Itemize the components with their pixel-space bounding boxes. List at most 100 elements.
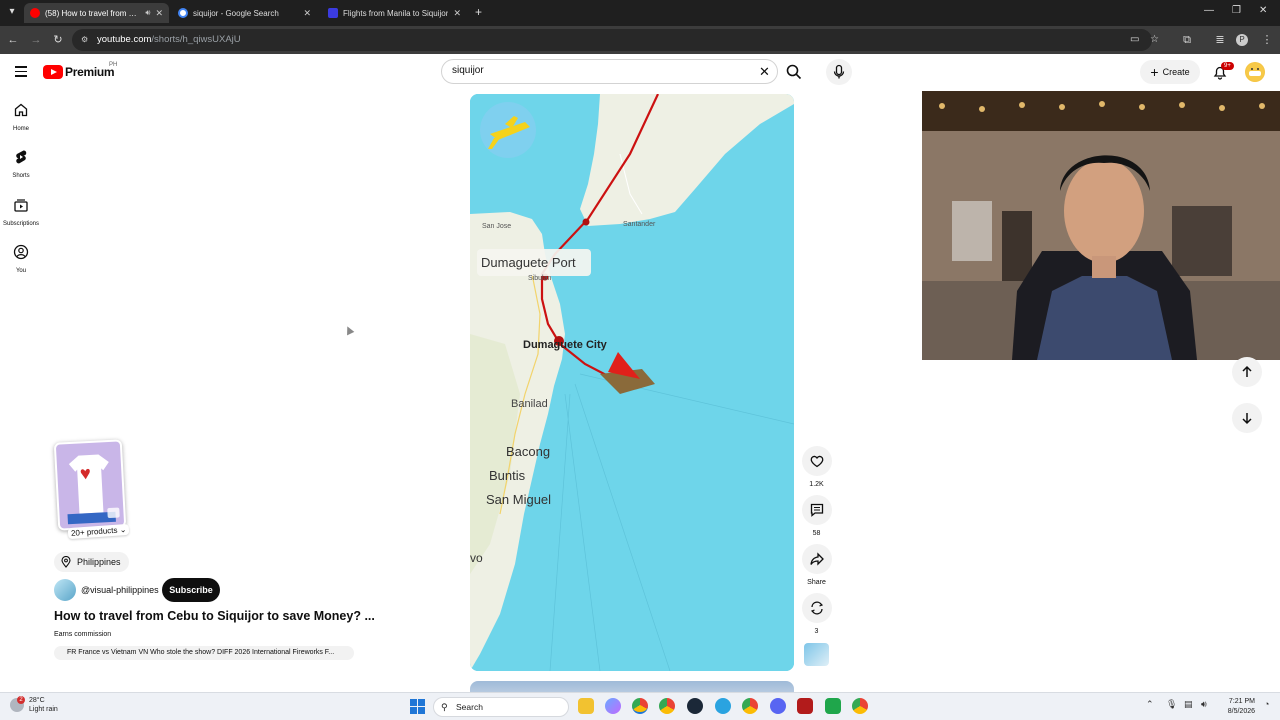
map-label-san-miguel: San Miguel <box>486 492 552 507</box>
chrome-icon[interactable] <box>632 698 648 714</box>
profile-icon[interactable]: P <box>1236 34 1248 46</box>
music-ticker[interactable]: FR France vs Vietnam VN Who stole the sh… <box>54 646 354 660</box>
address-bar: ← → ↻ ⚙ youtube.com/shorts/h_qiwsUXAjU ▭… <box>0 26 1280 54</box>
taskbar-search[interactable]: ⚲ Search <box>433 697 569 717</box>
comment-action[interactable]: 58 <box>800 495 833 537</box>
tab-flights[interactable]: Flights from Manila to Siquijor ✕ <box>322 3 467 23</box>
tab-google-search[interactable]: siquijor - Google Search ✕ <box>172 3 317 23</box>
share-button[interactable] <box>801 544 832 574</box>
guide-label: You <box>15 268 27 274</box>
tab-youtube-short[interactable]: (58) How to travel from Cebu 🔊︎ ✕ <box>24 3 169 23</box>
sound-thumbnail[interactable] <box>804 643 829 666</box>
account-avatar[interactable] <box>1245 62 1265 82</box>
guide-home[interactable]: Home <box>0 102 42 132</box>
browser-menu-icon[interactable]: ⋮ <box>1260 33 1274 47</box>
search-icon[interactable] <box>785 63 803 81</box>
restore-button[interactable]: ❐ <box>1232 5 1241 16</box>
voice-search-button[interactable] <box>826 59 852 85</box>
minimize-button[interactable]: — <box>1204 5 1214 16</box>
location-label: Philippines <box>77 557 121 567</box>
remix-button[interactable] <box>801 593 832 623</box>
clear-search-icon[interactable]: ✕ <box>759 64 770 80</box>
weather-alert-badge: 2 <box>17 696 25 704</box>
share-action[interactable]: Share <box>800 544 833 586</box>
home-icon <box>14 103 28 117</box>
reload-button[interactable]: ↻ <box>51 33 65 47</box>
location-chip[interactable]: Philippines <box>54 552 129 572</box>
discord-icon[interactable] <box>770 698 786 714</box>
channel-avatar[interactable] <box>54 579 76 601</box>
omnibox[interactable]: ⚙ youtube.com/shorts/h_qiwsUXAjU ▭ ☆ <box>72 29 1159 51</box>
bookmark-star-icon[interactable]: ☆ <box>1150 34 1159 45</box>
subscriptions-icon <box>14 199 28 212</box>
close-window-button[interactable]: ✕ <box>1259 5 1267 16</box>
previous-short-button[interactable] <box>1232 357 1262 387</box>
network-icon[interactable]: ▤ <box>1184 699 1193 710</box>
steam-icon[interactable] <box>687 698 703 714</box>
channel-name[interactable]: @visual-philippines <box>81 585 159 595</box>
tab-search-button[interactable]: ▾ <box>6 6 18 18</box>
back-button[interactable]: ← <box>6 33 20 47</box>
site-info-icon[interactable]: ⚙ <box>81 35 91 45</box>
share-label: Share <box>807 579 826 586</box>
comment-button[interactable] <box>801 495 832 525</box>
flights-favicon-icon <box>328 8 338 18</box>
microphone-tray-icon[interactable]: 🎙︎ <box>1166 699 1177 710</box>
avatar-face-icon <box>1246 63 1264 81</box>
create-button[interactable]: + Create <box>1140 60 1200 84</box>
copilot-icon[interactable] <box>605 698 621 714</box>
search-input[interactable] <box>452 65 742 76</box>
tab-close-icon[interactable]: ✕ <box>155 8 163 19</box>
weather-temp: 28°C <box>29 697 45 704</box>
short-video-player[interactable]: Dumaguete Port Dumaguete City Banilad Ba… <box>470 94 794 671</box>
extensions-icon[interactable]: ⧉ <box>1180 33 1194 47</box>
you-icon <box>13 244 29 260</box>
short-title[interactable]: How to travel from Cebu to Siquijor to s… <box>54 609 375 623</box>
guide-you[interactable]: You <box>0 244 42 274</box>
remix-action[interactable]: 3 <box>800 593 833 635</box>
tab-title: (58) How to travel from Cebu <box>45 8 141 18</box>
guide-subscriptions[interactable]: Subscriptions <box>0 197 42 227</box>
subscribe-button[interactable]: Subscribe <box>162 578 220 602</box>
game-app-icon[interactable] <box>825 698 841 714</box>
weather-widget[interactable]: 2 28°C Light rain <box>10 696 58 714</box>
system-clock[interactable]: 7:21 PM 8/5/2026 <box>1219 697 1255 717</box>
map-label-edge: vo <box>470 551 483 565</box>
url-text[interactable]: youtube.com/shorts/h_qiwsUXAjU <box>97 34 241 45</box>
create-label: Create <box>1162 67 1190 77</box>
chrome-profile-icon[interactable] <box>659 698 675 714</box>
youtube-premium-logo[interactable]: Premium <box>65 65 115 79</box>
microphone-icon <box>833 64 845 79</box>
speaker-icon[interactable]: 🔊︎ <box>145 8 150 18</box>
taskbar-search-label: Search <box>456 702 483 712</box>
dota-icon[interactable] <box>797 698 813 714</box>
chrome-extra-icon[interactable] <box>852 698 868 714</box>
webcam-overlay <box>922 91 1280 360</box>
tab-close-icon[interactable]: ✕ <box>303 8 311 19</box>
file-explorer-icon[interactable] <box>578 698 594 714</box>
media-controls-icon[interactable]: ≣ <box>1213 33 1227 47</box>
next-short-button[interactable] <box>1232 403 1262 433</box>
notification-center-icon[interactable]: ◔ <box>1264 699 1269 709</box>
heart-icon <box>810 455 823 468</box>
like-action[interactable]: 1.2K <box>800 446 833 488</box>
rain-cloud-icon: 2 <box>10 696 25 712</box>
cast-icon[interactable]: ▭ <box>1130 34 1139 45</box>
volume-icon[interactable]: 🔊︎ <box>1201 699 1207 710</box>
guide-shorts[interactable]: Shorts <box>0 149 42 179</box>
forward-button[interactable]: → <box>29 33 43 47</box>
product-card[interactable] <box>53 439 127 531</box>
guide-label: Home <box>12 126 29 132</box>
youtube-logo-icon[interactable] <box>43 65 63 79</box>
tray-overflow-icon[interactable]: ⌃ <box>1146 699 1154 710</box>
new-tab-button[interactable]: + <box>475 6 482 18</box>
like-button[interactable] <box>801 446 832 476</box>
windows-start-icon[interactable] <box>410 699 425 714</box>
telegram-icon[interactable] <box>715 698 731 714</box>
mouse-cursor-icon <box>343 324 355 336</box>
search-box: ✕ <box>441 59 778 84</box>
tab-close-icon[interactable]: ✕ <box>453 8 461 19</box>
chrome-app-icon[interactable] <box>742 698 758 714</box>
guide-menu-icon[interactable] <box>15 66 27 77</box>
shorts-icon <box>16 150 27 164</box>
